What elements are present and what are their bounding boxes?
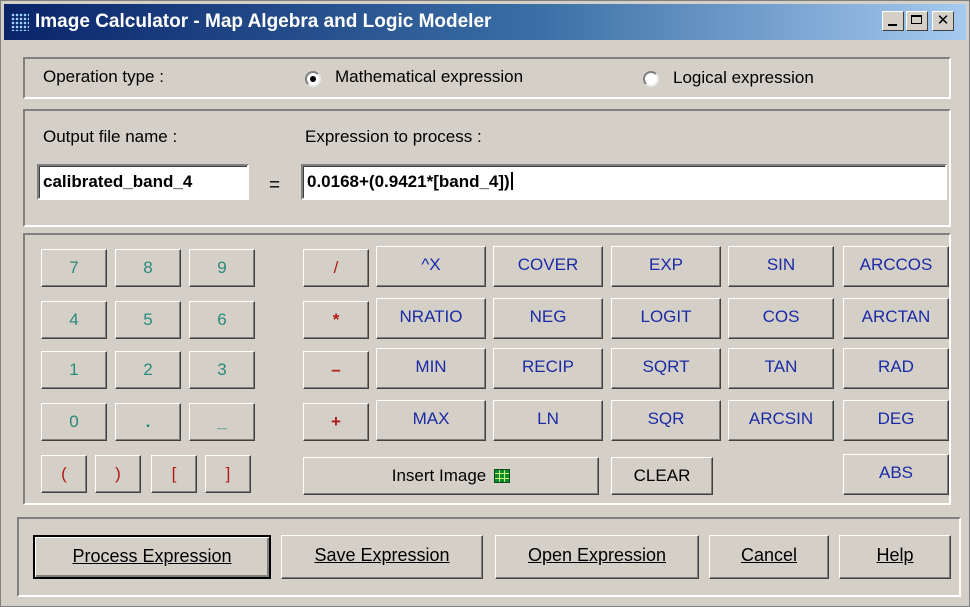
func-neg[interactable]: NEG (493, 298, 603, 339)
process-expression-button[interactable]: Process Expression (33, 535, 271, 579)
func-exp[interactable]: EXP (611, 246, 721, 287)
key-7[interactable]: 7 (41, 249, 107, 287)
func-sqr[interactable]: SQR (611, 400, 721, 441)
func-nratio[interactable]: NRATIO (376, 298, 486, 339)
radio-logical-label[interactable]: Logical expression (673, 68, 814, 88)
key-6[interactable]: 6 (189, 301, 255, 339)
func-logit[interactable]: LOGIT (611, 298, 721, 339)
func-cover[interactable]: COVER (493, 246, 603, 287)
func-arcsin[interactable]: ARCSIN (728, 400, 834, 441)
output-file-input[interactable]: calibrated_band_4 (37, 164, 249, 200)
cancel-button[interactable]: Cancel (709, 535, 829, 579)
func-min[interactable]: MIN (376, 348, 486, 389)
expression-value: 0.0168+(0.9421*[band_4]) (307, 172, 510, 191)
help-button[interactable]: Help (839, 535, 951, 579)
func-sin[interactable]: SIN (728, 246, 834, 287)
key-3[interactable]: 3 (189, 351, 255, 389)
radio-mathematical[interactable] (305, 71, 321, 87)
expression-input[interactable]: 0.0168+(0.9421*[band_4]) (301, 164, 947, 200)
image-grid-icon (494, 469, 511, 483)
cancel-label: Cancel (740, 545, 798, 565)
key-open-bracket[interactable]: [ (151, 455, 197, 493)
key-close-paren[interactable]: ) (95, 455, 141, 493)
key-5[interactable]: 5 (115, 301, 181, 339)
insert-image-button[interactable]: Insert Image (303, 457, 599, 495)
equals-sign: = (269, 175, 281, 196)
key-0[interactable]: 0 (41, 403, 107, 441)
func-power-x[interactable]: ^X (376, 246, 486, 287)
func-arccos[interactable]: ARCCOS (843, 246, 949, 287)
open-label: Open Expression (527, 545, 667, 565)
key-negate[interactable]: _ (189, 403, 255, 441)
func-abs[interactable]: ABS (843, 454, 949, 495)
key-multiply[interactable]: * (303, 301, 369, 339)
save-expression-button[interactable]: Save Expression (281, 535, 483, 579)
func-recip[interactable]: RECIP (493, 348, 603, 389)
key-decimal[interactable]: . (115, 403, 181, 441)
output-file-value: calibrated_band_4 (43, 172, 193, 191)
insert-image-label: Insert Image (391, 466, 487, 485)
process-label: Process Expression (72, 546, 232, 566)
key-1[interactable]: 1 (41, 351, 107, 389)
func-max[interactable]: MAX (376, 400, 486, 441)
key-close-bracket[interactable]: ] (205, 455, 251, 493)
radio-logical[interactable] (643, 71, 659, 87)
key-divide[interactable]: / (303, 249, 369, 287)
open-expression-button[interactable]: Open Expression (495, 535, 699, 579)
minimize-icon[interactable] (882, 11, 904, 31)
title-bar[interactable]: Image Calculator - Map Algebra and Logic… (4, 4, 966, 40)
close-icon[interactable]: ✕ (932, 11, 954, 31)
func-cos[interactable]: COS (728, 298, 834, 339)
radio-mathematical-label[interactable]: Mathematical expression (335, 67, 523, 87)
key-9[interactable]: 9 (189, 249, 255, 287)
func-deg[interactable]: DEG (843, 400, 949, 441)
expression-label: Expression to process : (305, 127, 482, 146)
key-8[interactable]: 8 (115, 249, 181, 287)
help-label: Help (876, 545, 914, 565)
key-4[interactable]: 4 (41, 301, 107, 339)
key-2[interactable]: 2 (115, 351, 181, 389)
func-ln[interactable]: LN (493, 400, 603, 441)
key-add[interactable]: + (303, 403, 369, 441)
key-subtract[interactable]: – (303, 351, 369, 389)
output-file-label: Output file name : (43, 127, 178, 146)
text-caret (510, 172, 513, 190)
image-calculator-window: Image Calculator - Map Algebra and Logic… (0, 0, 970, 607)
app-grid-icon (11, 13, 29, 31)
operation-type-label: Operation type : (43, 67, 164, 86)
maximize-icon[interactable] (906, 11, 928, 31)
func-rad[interactable]: RAD (843, 348, 949, 389)
clear-button[interactable]: CLEAR (611, 457, 713, 495)
window-title: Image Calculator - Map Algebra and Logic… (35, 11, 492, 32)
func-sqrt[interactable]: SQRT (611, 348, 721, 389)
func-tan[interactable]: TAN (728, 348, 834, 389)
key-open-paren[interactable]: ( (41, 455, 87, 493)
func-arctan[interactable]: ARCTAN (843, 298, 949, 339)
save-label: Save Expression (314, 545, 450, 565)
